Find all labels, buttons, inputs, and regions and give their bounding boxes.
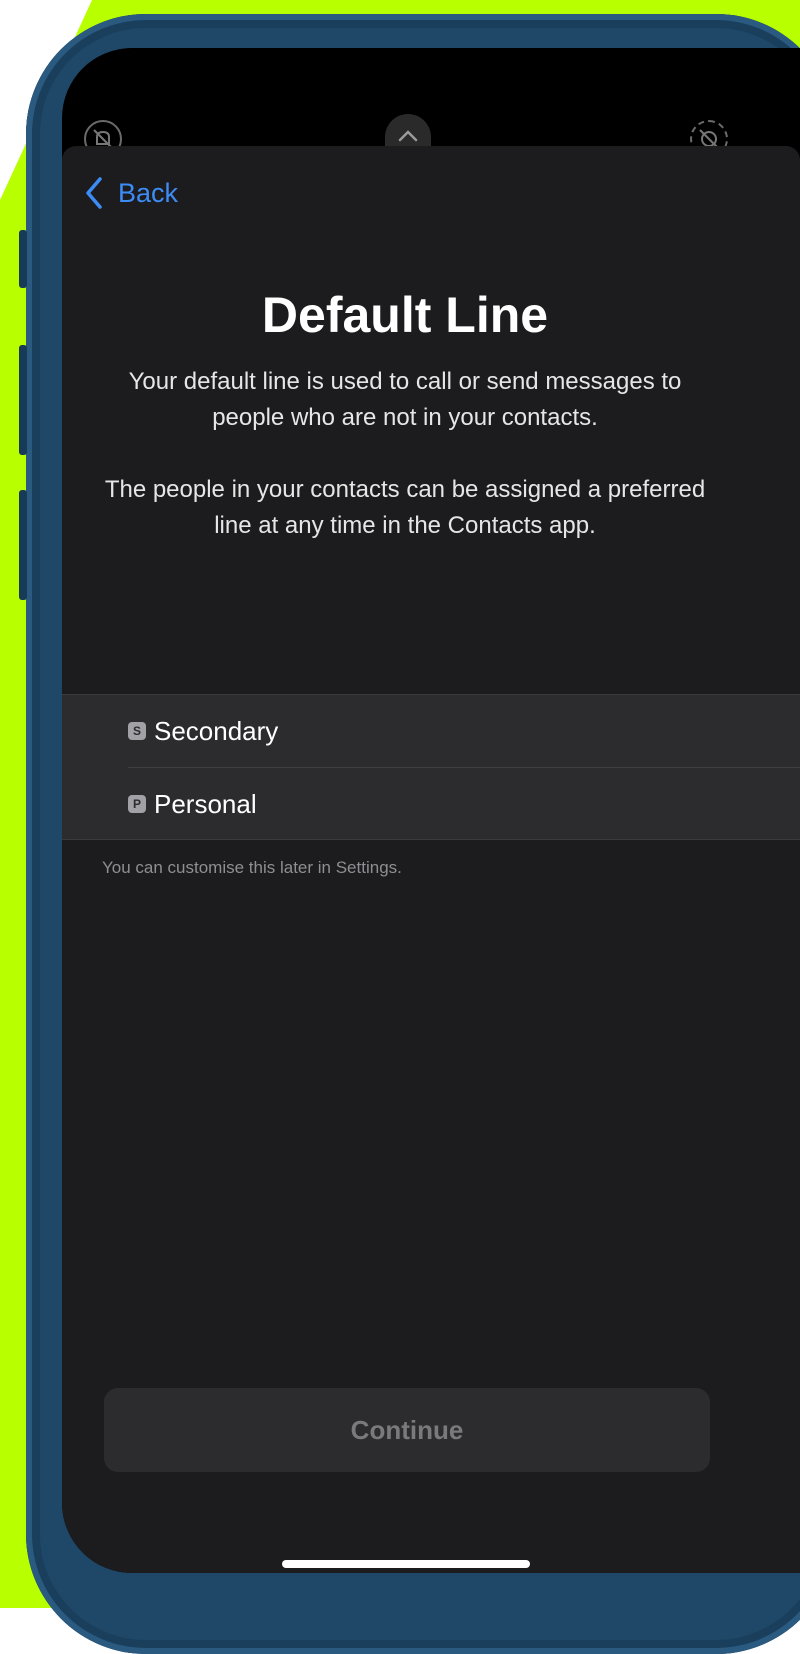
back-label: Back [118,177,179,208]
mute-switch [19,230,27,288]
volume-down-button [19,490,27,600]
line-badge-s: S [128,722,146,740]
phone-screen: Back Default Line Your default line is u… [62,48,800,1573]
line-badge-p: P [128,795,146,813]
description-default-line: Your default line is used to call or sen… [128,368,682,431]
home-indicator[interactable] [282,1560,530,1568]
page-title: Default Line [261,287,549,343]
line-option-label: Secondary [154,715,279,746]
line-options-list: S Secondary P Personal [62,694,800,840]
line-option-secondary[interactable]: S Secondary [62,695,800,767]
default-line-sheet: Back Default Line Your default line is u… [62,146,800,1573]
line-option-personal[interactable]: P Personal [62,768,800,840]
continue-button[interactable]: Continue [104,1388,710,1472]
description-preferred-line: The people in your contacts can be assig… [104,476,706,539]
volume-up-button [19,345,27,455]
settings-footnote: You can customise this later in Settings… [102,858,402,877]
back-button[interactable]: Back [84,176,178,210]
line-option-label: Personal [154,788,257,819]
chevron-left-icon [86,177,102,209]
